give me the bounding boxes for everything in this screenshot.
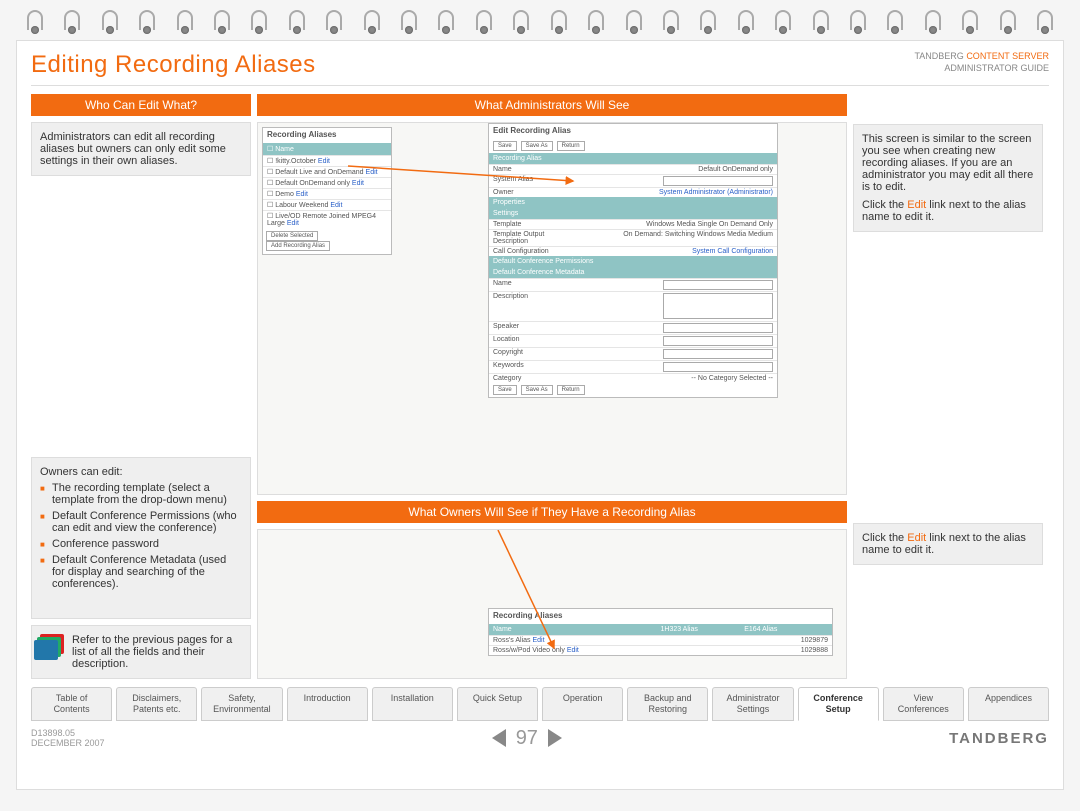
list-item: ☐ Default OnDemand only Edit	[263, 177, 391, 188]
owner-list-title: Recording Aliases	[489, 609, 832, 622]
spiral-binding: for(let i=0;i<28;i++)document.write('<di…	[16, 10, 1064, 36]
tab-admin-settings[interactable]: AdministratorSettings	[712, 687, 793, 721]
delete-button[interactable]: Delete Selected	[266, 231, 318, 241]
reference-note: Refer to the previous pages for a list o…	[31, 625, 251, 679]
tab-contents[interactable]: Table ofContents	[31, 687, 112, 721]
right-admin-note: This screen is similar to the screen you…	[853, 124, 1043, 232]
mid-header-admin: What Administrators Will See	[257, 94, 847, 116]
mini-list-title: Recording Aliases	[263, 128, 391, 141]
saveas-button-2[interactable]: Save As	[521, 385, 553, 395]
footer-brand: TANDBERG	[949, 730, 1049, 747]
reference-text: Refer to the previous pages for a list o…	[72, 634, 242, 670]
right-edit-hint: Click the Edit link next to the alias na…	[862, 199, 1034, 223]
sec-settings: Settings	[489, 208, 777, 219]
prev-page-icon[interactable]	[492, 729, 506, 747]
pager: 97	[492, 727, 562, 750]
return-button-2[interactable]: Return	[557, 385, 585, 395]
list-item: ☐ Default Live and OnDemand Edit	[263, 166, 391, 177]
page-title: Editing Recording Aliases	[31, 51, 316, 79]
bullet-template: The recording template (select a templat…	[40, 482, 242, 506]
edit-title: Edit Recording Alias	[489, 124, 777, 137]
books-icon	[40, 634, 64, 654]
mini-list-header: ☐ Name	[263, 143, 391, 155]
tab-conference-setup[interactable]: ConferenceSetup	[798, 687, 879, 721]
tab-appendices[interactable]: Appendices	[968, 687, 1049, 721]
sec-properties: Properties	[489, 197, 777, 208]
brand-name: TANDBERG	[914, 51, 963, 61]
list-item: ☐ !kitty.October Edit	[263, 155, 391, 166]
table-row: Ross's Alias Edit1029879	[489, 635, 832, 645]
left-header: Who Can Edit What?	[31, 94, 251, 116]
left-admin-note: Administrators can edit all recording al…	[31, 122, 251, 176]
mid-header-owner: What Owners Will See if They Have a Reco…	[257, 501, 847, 523]
nav-tabs: Table ofContents Disclaimers,Patents etc…	[31, 687, 1049, 721]
document-page: Editing Recording Aliases TANDBERG CONTE…	[16, 40, 1064, 790]
next-page-icon[interactable]	[548, 729, 562, 747]
bullet-permissions: Default Conference Permissions (who can …	[40, 510, 242, 534]
doc-date: DECEMBER 2007	[31, 738, 105, 748]
mini-edit-panel: Edit Recording Alias Save Save As Return…	[488, 123, 778, 398]
sec-permissions: Default Conference Permissions	[489, 256, 777, 267]
sec-recording-alias: Recording Alias	[489, 153, 777, 164]
brand-guide: ADMINISTRATOR GUIDE	[944, 63, 1049, 73]
brand-header: TANDBERG CONTENT SERVER ADMINISTRATOR GU…	[914, 51, 1049, 74]
add-button[interactable]: Add Recording Alias	[266, 241, 330, 251]
divider	[31, 85, 1049, 86]
bullet-password: Conference password	[40, 538, 242, 550]
owner-table-header: Name 1H323 Alias E164 Alias	[489, 624, 832, 635]
tab-view-conferences[interactable]: ViewConferences	[883, 687, 964, 721]
list-item: ☐ Demo Edit	[263, 188, 391, 199]
bullet-metadata: Default Conference Metadata (used for di…	[40, 554, 242, 590]
tab-installation[interactable]: Installation	[372, 687, 453, 721]
spacer	[853, 238, 1043, 517]
spacer	[853, 94, 1043, 118]
save-button-2[interactable]: Save	[493, 385, 517, 395]
tab-safety[interactable]: Safety,Environmental	[201, 687, 282, 721]
mini-owner-table: Recording Aliases Name 1H323 Alias E164 …	[488, 608, 833, 656]
saveas-button[interactable]: Save As	[521, 141, 553, 151]
right-owner-note: Click the Edit link next to the alias na…	[853, 523, 1043, 565]
owners-bullets: The recording template (select a templat…	[40, 482, 242, 590]
tab-disclaimers[interactable]: Disclaimers,Patents etc.	[116, 687, 197, 721]
return-button[interactable]: Return	[557, 141, 585, 151]
tab-introduction[interactable]: Introduction	[287, 687, 368, 721]
save-button[interactable]: Save	[493, 141, 517, 151]
table-row: Ross/w/Pod Video only Edit1029888	[489, 645, 832, 655]
list-item: ☐ Labour Weekend Edit	[263, 199, 391, 210]
right-owner-hint: Click the Edit link next to the alias na…	[862, 532, 1034, 556]
page-number: 97	[516, 727, 538, 750]
tab-backup[interactable]: Backup andRestoring	[627, 687, 708, 721]
list-item: ☐ Live/OD Remote Joined MPEG4 Large Edit	[263, 210, 391, 228]
doc-id: D13898.05	[31, 728, 75, 738]
admin-screenshot: Recording Aliases ☐ Name ☐ !kitty.Octobe…	[257, 122, 847, 495]
mini-alias-list: Recording Aliases ☐ Name ☐ !kitty.Octobe…	[262, 127, 392, 255]
left-owners-box: Owners can edit: The recording template …	[31, 457, 251, 619]
left-admin-text: Administrators can edit all recording al…	[40, 131, 226, 167]
owner-screenshot: Recording Aliases Name 1H323 Alias E164 …	[257, 529, 847, 679]
doc-meta: D13898.05 DECEMBER 2007	[31, 728, 105, 748]
mini-list-buttons: Delete Selected Add Recording Alias	[263, 228, 391, 254]
tab-operation[interactable]: Operation	[542, 687, 623, 721]
owners-intro: Owners can edit:	[40, 466, 123, 478]
brand-product: CONTENT SERVER	[966, 51, 1049, 61]
sec-metadata: Default Conference Metadata	[489, 267, 777, 278]
right-admin-text: This screen is similar to the screen you…	[862, 133, 1034, 193]
tab-quick-setup[interactable]: Quick Setup	[457, 687, 538, 721]
